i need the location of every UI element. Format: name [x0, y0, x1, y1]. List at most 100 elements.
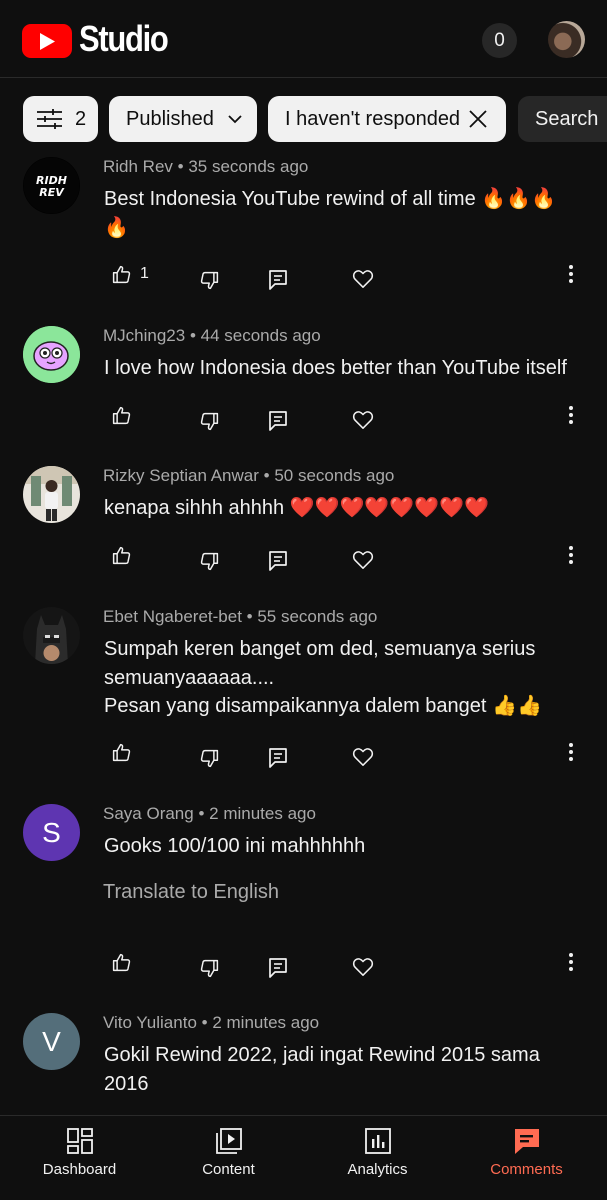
comment-meta: Vito Yulianto • 2 minutes ago [103, 1013, 319, 1033]
commenter-avatar[interactable]: RIDH REV [23, 157, 80, 214]
comment-text-line: Sumpah keren banget om ded, semuanya ser… [104, 638, 536, 660]
comment-actions [0, 737, 607, 768]
comment-text: Best Indonesia YouTube rewind of all tim… [104, 185, 594, 242]
not-responded-filter-chip[interactable]: I haven't responded [268, 96, 506, 142]
reply-icon [269, 270, 287, 290]
nav-content[interactable]: Content [153, 1116, 304, 1200]
dislike-button[interactable] [199, 546, 220, 576]
reply-button[interactable] [268, 546, 288, 576]
comment-time: 50 seconds ago [274, 466, 395, 485]
dislike-button[interactable] [199, 406, 220, 436]
close-icon[interactable] [468, 109, 488, 129]
translate-link[interactable]: Translate to English [103, 881, 279, 904]
notification-count: 0 [494, 29, 505, 51]
comment-text-line: Pesan yang disampaikannya dalem banget 👍… [104, 695, 542, 717]
commenter-avatar[interactable] [23, 326, 80, 383]
commenter-avatar[interactable]: V [23, 1013, 80, 1070]
comment-meta: MJching23 • 44 seconds ago [103, 326, 321, 346]
more-options-button[interactable] [564, 947, 578, 977]
comment-author[interactable]: Rizky Septian Anwar [103, 466, 259, 485]
reply-button[interactable] [268, 265, 288, 295]
reply-icon [269, 551, 287, 571]
dashboard-icon [66, 1128, 93, 1154]
heart-icon [352, 748, 374, 766]
nav-dashboard-label: Dashboard [42, 1161, 117, 1178]
more-vert-icon [569, 743, 573, 761]
comment-author[interactable]: Saya Orang [103, 804, 194, 823]
meta-separator: • [198, 804, 205, 823]
more-options-button[interactable] [564, 400, 578, 430]
reply-button[interactable] [268, 743, 288, 773]
like-button[interactable] [111, 947, 132, 977]
dislike-button[interactable] [199, 265, 220, 295]
reply-button[interactable] [268, 406, 288, 436]
analytics-icon [364, 1128, 391, 1154]
thumbs-down-icon [200, 959, 219, 977]
comment-actions [0, 540, 607, 571]
thumbs-down-icon [200, 552, 219, 570]
thumbs-up-icon [112, 546, 131, 564]
heart-icon [352, 551, 374, 569]
svg-text:REV: REV [39, 186, 65, 199]
comment-author[interactable]: Ebet Ngaberet-bet [103, 607, 242, 626]
more-options-button[interactable] [564, 737, 578, 767]
dislike-button[interactable] [199, 743, 220, 773]
like-button[interactable]: 1 [111, 259, 149, 289]
meta-separator: • [177, 157, 184, 176]
nav-dashboard[interactable]: Dashboard [4, 1116, 155, 1200]
search-chip[interactable]: Search [518, 96, 607, 142]
heart-button[interactable] [352, 264, 374, 294]
more-vert-icon [569, 265, 573, 283]
comments-icon [514, 1129, 539, 1154]
like-button[interactable] [111, 400, 132, 430]
youtube-logo-icon[interactable] [22, 24, 72, 58]
nav-comments[interactable]: Comments [451, 1116, 602, 1200]
comment-time: 2 minutes ago [212, 1013, 320, 1032]
chevron-down-icon [228, 114, 242, 123]
commenter-avatar[interactable]: S [23, 804, 80, 861]
comment-time: 44 seconds ago [200, 326, 321, 345]
reply-icon [269, 411, 287, 431]
comment-author[interactable]: Vito Yulianto [103, 1013, 197, 1032]
comment-author[interactable]: MJching23 [103, 326, 185, 345]
heart-button[interactable] [352, 742, 374, 772]
nav-comments-label: Comments [490, 1161, 563, 1178]
comment-text: I love how Indonesia does better than Yo… [104, 354, 594, 383]
thumbs-up-icon [112, 743, 131, 761]
comment-text-line: Best Indonesia YouTube rewind of all tim… [104, 188, 556, 210]
comment-text-line: 🔥 [104, 216, 129, 239]
heart-button[interactable] [352, 405, 374, 435]
thumbs-up-icon [112, 406, 131, 424]
more-options-button[interactable] [564, 540, 578, 570]
published-filter-chip[interactable]: Published [109, 96, 257, 142]
comment-actions: 1 [0, 259, 607, 290]
comment-text-line: semuanyaaaaaa.... [104, 666, 275, 689]
comment-time: 55 seconds ago [257, 607, 378, 626]
comment-text: kenapa sihhh ahhhh ❤️❤️❤️❤️❤️❤️❤️❤️ [104, 494, 594, 523]
app-header: Studio 0 [0, 0, 607, 78]
comment-text-line: I love how Indonesia does better than Yo… [104, 357, 567, 379]
like-button[interactable] [111, 737, 132, 767]
commenter-avatar[interactable] [23, 607, 80, 664]
account-avatar[interactable] [548, 21, 585, 58]
video-library-icon [215, 1128, 242, 1154]
reply-button[interactable] [268, 953, 288, 983]
heart-button[interactable] [352, 952, 374, 982]
meta-separator: • [263, 466, 270, 485]
like-count: 1 [140, 265, 149, 282]
heart-icon [352, 270, 374, 288]
active-filter-count: 2 [75, 107, 87, 130]
like-button[interactable] [111, 540, 132, 570]
studio-wordmark[interactable]: Studio [79, 18, 169, 60]
more-options-button[interactable] [564, 259, 578, 289]
comment-author[interactable]: Ridh Rev [103, 157, 173, 176]
nav-analytics[interactable]: Analytics [302, 1116, 453, 1200]
avatar-initial: S [42, 816, 61, 848]
filter-chip-bar: 2 Published I haven't responded Search [0, 96, 607, 142]
notification-count-button[interactable]: 0 [482, 23, 517, 58]
commenter-avatar[interactable] [23, 466, 80, 523]
filter-settings-chip[interactable]: 2 [23, 96, 98, 142]
dislike-button[interactable] [199, 953, 220, 983]
comment-time: 35 seconds ago [188, 157, 309, 176]
heart-button[interactable] [352, 545, 374, 575]
